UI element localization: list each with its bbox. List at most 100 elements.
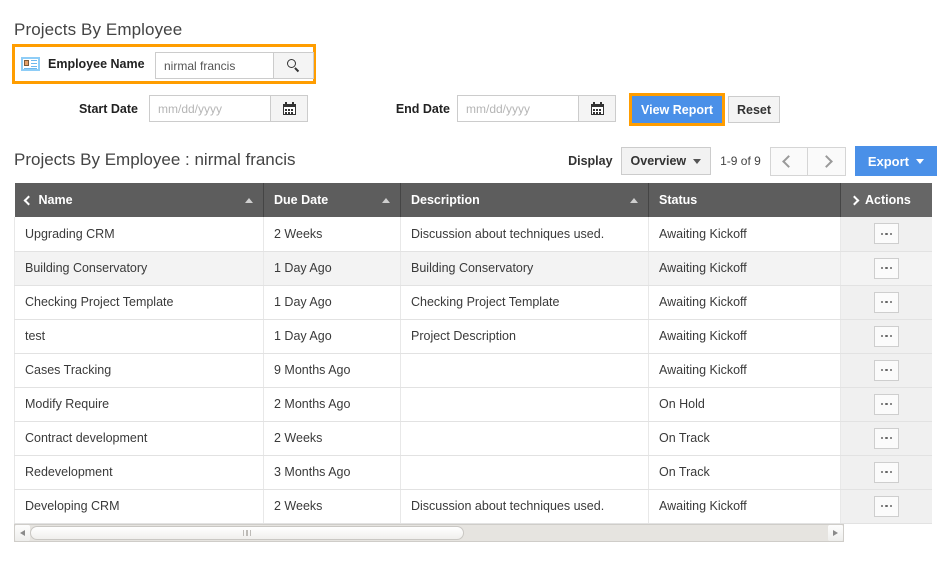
table-row[interactable]: Redevelopment 3 Months Ago On Track — [14, 455, 932, 490]
row-cell-description — [400, 455, 649, 490]
view-report-highlight: View Report — [629, 93, 725, 126]
column-header-name-label: Name — [38, 193, 73, 207]
row-actions-button[interactable] — [873, 427, 899, 449]
row-cell-name: Cases Tracking — [14, 353, 264, 388]
end-date-calendar-button[interactable] — [578, 95, 616, 122]
ellipsis-icon — [880, 266, 883, 270]
ellipsis-icon — [889, 368, 892, 372]
row-cell-due-date: 1 Day Ago — [263, 319, 401, 354]
row-actions-button[interactable] — [873, 359, 899, 381]
column-header-status-label: Status — [659, 193, 698, 207]
grip-icon — [249, 530, 252, 536]
row-actions-button[interactable] — [873, 223, 899, 245]
row-cell-actions — [840, 455, 932, 490]
column-header-due-date[interactable]: Due Date — [263, 183, 401, 217]
column-header-name[interactable]: Name — [14, 183, 264, 217]
row-cell-name: Upgrading CRM — [14, 217, 264, 252]
scroll-right-button[interactable] — [828, 525, 843, 541]
start-date-input[interactable] — [149, 95, 270, 122]
ellipsis-icon — [889, 470, 892, 474]
table-body: Upgrading CRM 2 Weeks Discussion about tec… — [14, 217, 932, 524]
table-row[interactable]: test 1 Day Ago Project Description Awaiting… — [14, 319, 932, 354]
scroll-left-button[interactable] — [15, 525, 30, 541]
ellipsis-icon — [885, 334, 888, 338]
ellipsis-icon — [889, 232, 892, 235]
row-cell-actions — [840, 421, 932, 456]
reset-button[interactable]: Reset — [728, 96, 780, 123]
table-header: Name Due Date Description Status Actions — [14, 183, 932, 217]
row-cell-description: Discussion about techniques used. — [400, 217, 649, 252]
column-header-actions-label: Actions — [865, 193, 911, 207]
row-cell-due-date: 2 Weeks — [263, 421, 401, 456]
previous-page-button[interactable] — [769, 146, 808, 176]
display-mode-select[interactable]: Overview — [620, 147, 712, 175]
report-title: Projects By Employee : nirmal francis — [14, 150, 296, 169]
pagination-count: 1-9 of 9 — [720, 154, 761, 168]
row-cell-name: Developing CRM — [14, 489, 264, 524]
chevron-right-icon[interactable] — [849, 195, 860, 205]
row-cell-name: Contract development — [14, 421, 264, 456]
scrollbar-track[interactable] — [30, 525, 828, 541]
row-cell-due-date: 2 Months Ago — [263, 387, 401, 422]
employee-name-input[interactable] — [155, 52, 273, 79]
row-cell-name: Redevelopment — [14, 455, 264, 490]
row-cell-due-date: 2 Weeks — [263, 217, 401, 252]
start-date-label: Start Date — [78, 102, 138, 116]
row-actions-button[interactable] — [873, 291, 899, 313]
scrollbar-thumb[interactable] — [30, 526, 464, 540]
row-cell-name: Modify Require — [14, 387, 264, 422]
grip-icon — [246, 530, 248, 536]
column-header-due-date-label: Due Date — [274, 193, 329, 207]
report-controls: Display Overview 1-9 of 9 Export — [568, 146, 937, 176]
row-cell-description: Project Description — [400, 319, 649, 354]
view-report-button[interactable]: View Report — [632, 96, 722, 123]
export-button[interactable]: Export — [854, 146, 937, 176]
row-cell-status: Awaiting Kickoff — [648, 217, 841, 252]
table-row[interactable]: Modify Require 2 Months Ago On Hold — [14, 387, 932, 422]
column-header-status[interactable]: Status — [648, 183, 841, 217]
table-row[interactable]: Contract development 2 Weeks On Track — [14, 421, 932, 456]
row-cell-actions — [840, 489, 932, 524]
start-date-calendar-button[interactable] — [270, 95, 308, 122]
row-cell-status: Awaiting Kickoff — [648, 285, 841, 320]
next-page-button[interactable] — [807, 146, 846, 176]
row-actions-button[interactable] — [873, 461, 899, 483]
row-actions-button[interactable] — [873, 257, 899, 279]
chevron-left-icon — [782, 154, 796, 168]
table-row[interactable]: Upgrading CRM 2 Weeks Discussion about tec… — [14, 217, 932, 252]
row-actions-button[interactable] — [873, 495, 899, 517]
table-row[interactable]: Checking Project Template 1 Day Ago Checki… — [14, 285, 932, 320]
row-cell-actions — [840, 353, 932, 388]
column-header-actions[interactable]: Actions — [840, 183, 932, 217]
ellipsis-icon — [885, 266, 888, 270]
ellipsis-icon — [880, 402, 883, 406]
chevron-left-icon[interactable] — [23, 195, 33, 205]
ellipsis-icon — [880, 334, 883, 338]
ellipsis-icon — [880, 504, 883, 508]
row-actions-button[interactable] — [873, 325, 899, 347]
horizontal-scrollbar[interactable] — [14, 524, 844, 542]
sort-ascending-icon — [630, 197, 638, 203]
end-date-input[interactable] — [457, 95, 578, 122]
ellipsis-icon — [885, 368, 888, 372]
row-cell-name: test — [14, 319, 264, 354]
row-cell-status: Awaiting Kickoff — [648, 319, 841, 354]
employee-name-search-button[interactable] — [273, 52, 314, 79]
ellipsis-icon — [885, 470, 888, 474]
report-table: Name Due Date Description Status Actions… — [14, 183, 932, 524]
column-header-description[interactable]: Description — [400, 183, 649, 217]
calendar-icon — [282, 102, 296, 115]
grip-icon — [242, 530, 245, 536]
ellipsis-icon — [885, 232, 888, 235]
ellipsis-icon — [889, 266, 892, 270]
row-cell-actions — [840, 387, 932, 422]
row-cell-description — [400, 421, 649, 456]
row-actions-button[interactable] — [873, 393, 899, 415]
table-row[interactable]: Building Conservatory 1 Day Ago Building C… — [14, 251, 932, 286]
row-cell-description — [400, 387, 649, 422]
sort-ascending-icon — [245, 197, 253, 203]
ellipsis-icon — [885, 402, 888, 406]
table-row[interactable]: Cases Tracking 9 Months Ago Awaiting Kicko… — [14, 353, 932, 388]
employee-name-label: Employee Name — [48, 57, 145, 71]
table-row[interactable]: Developing CRM 2 Weeks Discussion about te… — [14, 489, 932, 524]
